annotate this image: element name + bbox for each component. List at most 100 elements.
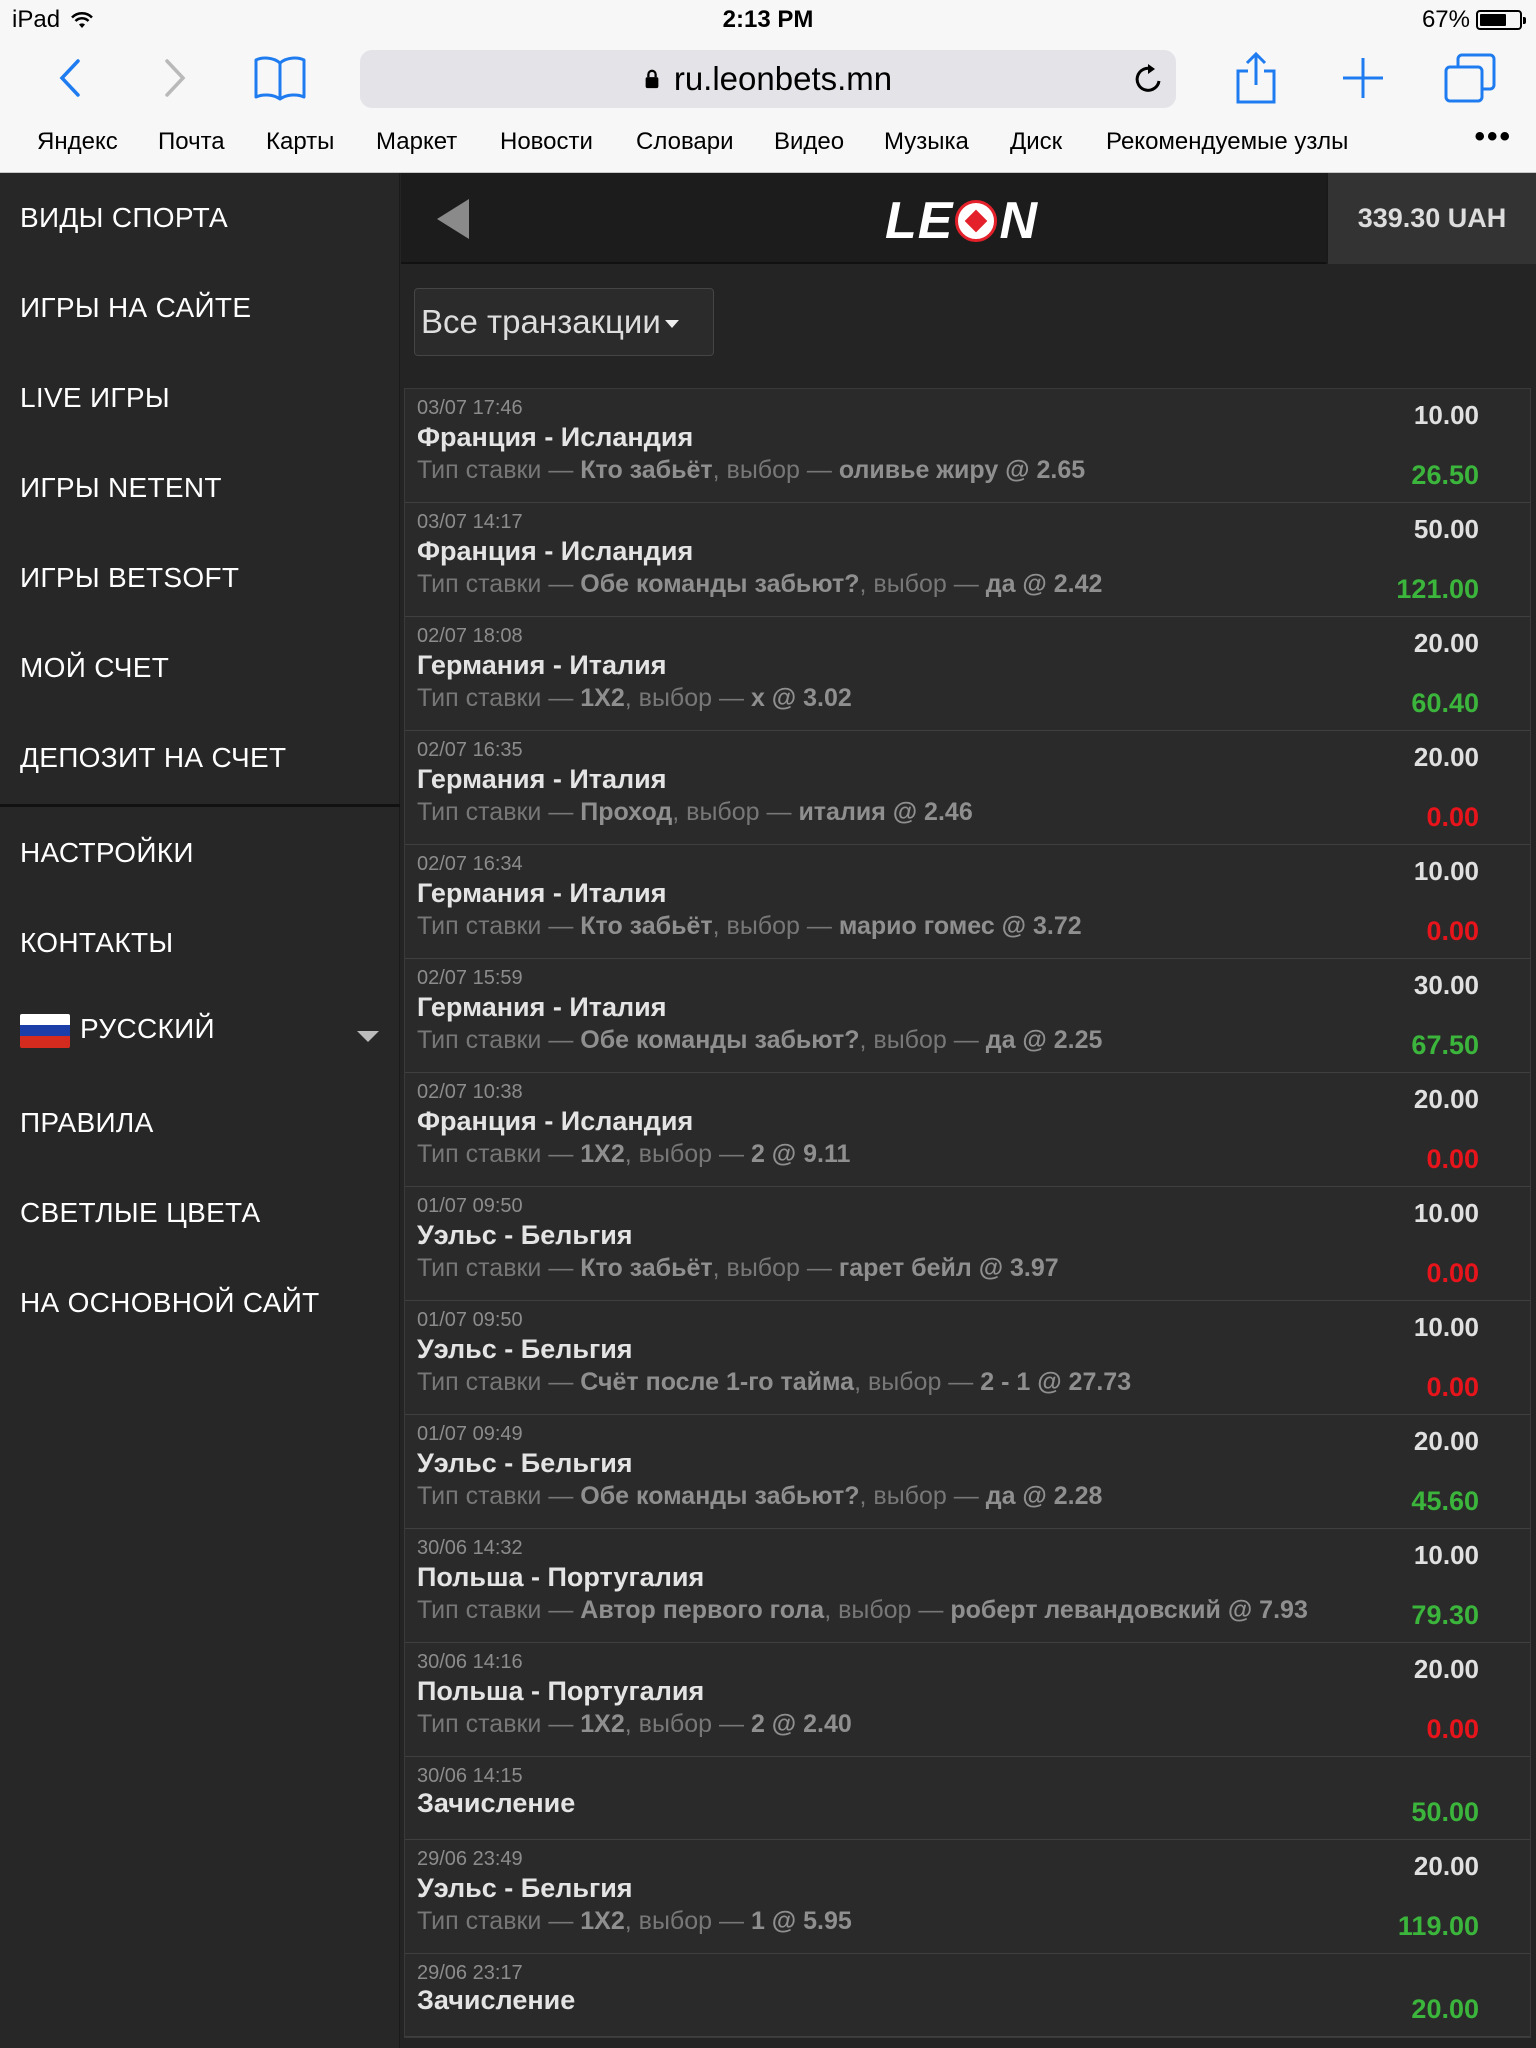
transaction-stake: 20.00 [1413,1654,1479,1684]
transaction-detail: Тип ставки — Кто забьёт, выбор — оливье … [417,456,1086,484]
transaction-detail: Тип ставки — Кто забьёт, выбор — марио г… [417,912,1082,940]
transaction-amount: 121.00 [1396,574,1479,604]
bookmark-maps[interactable]: Карты [266,128,334,156]
transaction-date: 02/07 10:38 [417,1081,523,1103]
bookmark-dictionaries[interactable]: Словари [636,128,734,156]
tabs-icon[interactable] [1444,40,1496,116]
transaction-amount: 119.00 [1397,1911,1479,1941]
bet-choice: 2 @ 9.11 [750,1140,851,1168]
bet-type: Обе команды забьют? [580,1482,860,1510]
transaction-event: Уэльс - Бельгия [417,1448,633,1478]
nav-settings[interactable]: НАСТРОЙКИ [20,837,194,869]
bookmark-market[interactable]: Маркет [376,128,457,156]
url-text: ru.leonbets.mn [673,60,893,97]
nav-sports[interactable]: ВИДЫ СПОРТА [20,202,228,234]
bet-type: Обе команды забьют? [580,1026,860,1054]
clock: 2:13 PM [722,6,814,33]
leon-logo[interactable]: LE N [885,191,1038,251]
forward-icon[interactable] [155,40,195,116]
transaction-row[interactable]: 29/06 23:17 Зачисление 20.00 [405,1954,1530,2037]
nav-rules[interactable]: ПРАВИЛА [20,1107,154,1139]
nav-main-site[interactable]: НА ОСНОВНОЙ САЙТ [20,1287,320,1319]
transaction-detail: Тип ставки — Автор первого гола, выбор —… [417,1596,1308,1624]
language-label: РУССКИЙ [80,1013,215,1044]
transaction-row[interactable]: 02/07 15:59 Германия - Италия Тип ставки —… [405,959,1530,1073]
nav-netent-games[interactable]: ИГРЫ NETENT [20,472,222,504]
account-balance[interactable]: 339.30 UAH [1326,173,1536,264]
transaction-row[interactable]: 02/07 18:08 Германия - Италия Тип ставки —… [405,617,1530,731]
transaction-row[interactable]: 30/06 14:32 Польша - Португалия Тип ставки… [405,1529,1530,1643]
transaction-event: Германия - Италия [417,992,667,1022]
transaction-row[interactable]: 01/07 09:50 Уэльс - Бельгия Тип ставки — С… [405,1301,1530,1415]
bookmark-disk[interactable]: Диск [1010,128,1062,156]
transaction-amount: 20.00 [1411,1994,1479,2024]
language-selector[interactable]: РУССКИЙ [20,1013,215,1048]
transaction-amount: 26.50 [1411,460,1479,490]
transaction-row[interactable]: 30/06 14:15 Зачисление 50.00 [405,1757,1530,1840]
transaction-amount: 0.00 [1426,1714,1479,1744]
transaction-row[interactable]: 02/07 10:38 Франция - Исландия Тип ставки … [405,1073,1530,1187]
nav-my-account[interactable]: МОЙ СЧЕТ [20,652,169,684]
transaction-row[interactable]: 03/07 17:46 Франция - Исландия Тип ставки … [405,389,1530,503]
transaction-row[interactable]: 02/07 16:34 Германия - Италия Тип ставки —… [405,845,1530,959]
transaction-amount: 79.30 [1411,1600,1479,1630]
back-arrow-icon[interactable] [437,199,469,239]
transaction-detail: Тип ставки — Счёт после 1-го тайма, выбо… [417,1368,1132,1396]
more-icon[interactable]: ••• [1474,120,1512,154]
transaction-row[interactable]: 01/07 09:50 Уэльс - Бельгия Тип ставки — К… [405,1187,1530,1301]
transaction-event: Германия - Италия [417,650,667,680]
transaction-detail: Тип ставки — Обе команды забьют?, выбор … [417,1026,1103,1054]
bet-choice: италия @ 2.46 [798,798,973,826]
bet-choice: роберт левандовский @ 7.93 [950,1596,1308,1624]
nav-betsoft-games[interactable]: ИГРЫ BETSOFT [20,562,239,594]
transaction-date: 30/06 14:15 [417,1765,523,1787]
bookmark-video[interactable]: Видео [774,128,844,156]
bookmarks-icon[interactable] [252,40,308,116]
transaction-amount: 0.00 [1426,1258,1479,1288]
transaction-event: Уэльс - Бельгия [417,1220,633,1250]
transaction-stake: 10.00 [1413,400,1479,430]
bookmark-news[interactable]: Новости [500,128,593,156]
transaction-detail: Тип ставки — 1X2, выбор — 2 @ 9.11 [417,1140,851,1168]
share-icon[interactable] [1234,40,1278,116]
transaction-detail: Тип ставки — Обе команды забьют?, выбор … [417,570,1103,598]
bookmark-recommended[interactable]: Рекомендуемые узлы [1106,128,1348,156]
transaction-detail: Тип ставки — Кто забьёт, выбор — гарет б… [417,1254,1059,1282]
bet-choice: да @ 2.28 [985,1482,1103,1510]
nav-light-colors[interactable]: СВЕТЛЫЕ ЦВЕТА [20,1197,261,1229]
bet-type: Проход [580,798,673,826]
transaction-amount: 50.00 [1411,1797,1479,1827]
transaction-filter-select[interactable]: Все транзакции [414,288,714,356]
bet-choice: марио гомес @ 3.72 [838,912,1082,940]
reload-icon[interactable] [1132,62,1164,96]
bet-type: 1X2 [580,1140,625,1168]
nav-site-games[interactable]: ИГРЫ НА САЙТЕ [20,292,251,324]
battery-icon [1476,10,1526,30]
address-bar[interactable]: ru.leonbets.mn [360,50,1176,108]
nav-live-games[interactable]: LIVE ИГРЫ [20,382,170,414]
bookmark-yandex[interactable]: Яндекс [37,128,118,156]
transaction-row[interactable]: 02/07 16:35 Германия - Италия Тип ставки —… [405,731,1530,845]
soccer-ball-icon [955,200,998,242]
transaction-row[interactable]: 30/06 14:16 Польша - Португалия Тип ставки… [405,1643,1530,1757]
bookmark-music[interactable]: Музыка [884,128,969,156]
transaction-row[interactable]: 29/06 23:49 Уэльс - Бельгия Тип ставки — 1… [405,1840,1530,1954]
transaction-stake: 10.00 [1413,856,1479,886]
transaction-amount: 0.00 [1426,1144,1479,1174]
transaction-date: 01/07 09:50 [417,1309,523,1331]
transaction-event: Польша - Португалия [417,1562,705,1592]
bet-choice: да @ 2.42 [985,570,1103,598]
transaction-date: 29/06 23:17 [417,1962,523,1984]
bookmark-mail[interactable]: Почта [158,128,225,156]
transaction-row[interactable]: 03/07 14:17 Франция - Исландия Тип ставки … [405,503,1530,617]
transaction-row[interactable]: 01/07 09:49 Уэльс - Бельгия Тип ставки — О… [405,1415,1530,1529]
lock-icon [645,69,659,89]
new-tab-icon[interactable] [1340,40,1386,116]
nav-contacts[interactable]: КОНТАКТЫ [20,927,173,959]
chevron-down-icon[interactable] [357,1031,379,1042]
nav-deposit[interactable]: ДЕПОЗИТ НА СЧЕТ [20,742,286,774]
back-icon[interactable] [50,40,90,116]
transaction-stake: 20.00 [1413,1426,1479,1456]
transaction-amount: 0.00 [1426,916,1479,946]
favorites-bar: Яндекс Почта Карты Маркет Новости Словар… [0,116,1536,173]
